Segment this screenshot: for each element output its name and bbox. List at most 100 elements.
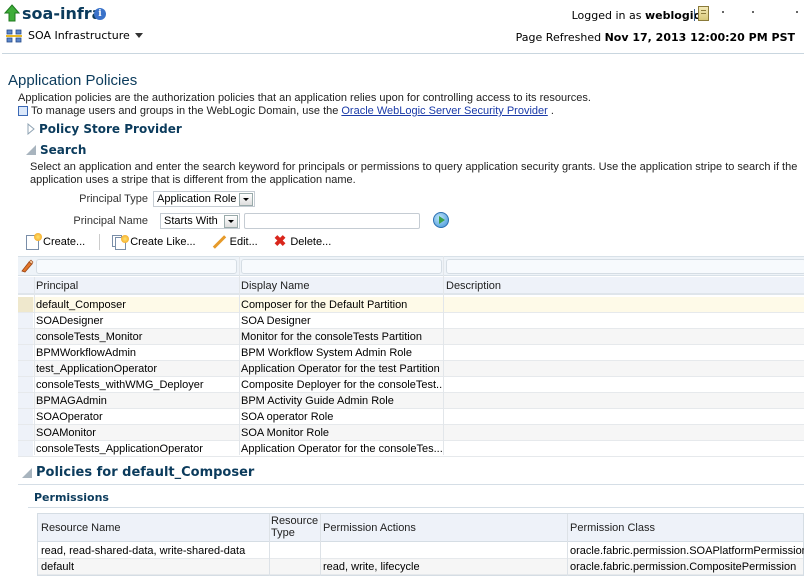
permission-actions-cell: read, write, lifecycle (323, 561, 420, 573)
target-menu[interactable]: SOA Infrastructure (28, 29, 143, 42)
column-header-principal[interactable]: Principal (36, 280, 78, 292)
policy-store-provider-toggle[interactable]: Policy Store Provider (27, 122, 182, 136)
principal-cell: default_Composer (36, 299, 126, 311)
table-row[interactable]: consoleTests_ApplicationOperator Applicat… (18, 441, 804, 457)
manage-users-note: To manage users and groups in the WebLog… (18, 105, 554, 117)
column-header-description[interactable]: Description (446, 280, 501, 292)
separator-dot (752, 11, 754, 13)
permission-row[interactable]: default read, write, lifecycle oracle.fabr… (38, 559, 803, 575)
row-header[interactable] (18, 297, 33, 312)
table-row[interactable]: BPMWorkflowAdmin BPM Workflow System Admi… (18, 345, 804, 361)
table-row[interactable]: test_ApplicationOperator Application Oper… (18, 361, 804, 377)
manage-users-text: To manage users and groups in the WebLog… (31, 105, 339, 117)
table-row[interactable]: default_Composer Composer for the Default… (18, 297, 804, 313)
permissions-header-row: Resource Name Resource Type Permission A… (38, 514, 803, 542)
policy-store-provider-label: Policy Store Provider (39, 122, 182, 136)
table-row[interactable]: consoleTests_withWMG_Deployer Composite D… (18, 377, 804, 393)
column-header-permission-class[interactable]: Permission Class (570, 522, 655, 534)
server-icon[interactable] (698, 6, 709, 21)
create-like-button[interactable]: Create Like... (112, 234, 196, 250)
soa-infrastructure-icon (6, 29, 22, 43)
principals-table: Principal Display Name Description defau… (18, 256, 804, 457)
table-row[interactable]: BPMAGAdmin BPM Activity Guide Admin Role (18, 393, 804, 409)
column-header-resource-type[interactable]: Resource Type (271, 515, 321, 539)
dropdown-arrow-icon (239, 192, 253, 206)
principal-name-operator-value: Starts With (164, 215, 218, 227)
search-section-toggle[interactable]: Search (26, 143, 86, 157)
policies-section-label: Policies for default_Composer (36, 465, 255, 480)
column-divider (34, 277, 35, 455)
row-header[interactable] (18, 329, 33, 344)
column-header-permission-actions[interactable]: Permission Actions (323, 522, 416, 534)
toolbar: Create... Create Like... Edit... ✖ Delet… (26, 232, 347, 250)
column-header-resource-name[interactable]: Resource Name (41, 522, 120, 534)
search-go-button[interactable] (433, 212, 449, 228)
column-divider (320, 514, 321, 576)
row-header[interactable] (18, 377, 33, 392)
resource-name-cell: default (41, 561, 75, 573)
filter-row (18, 256, 804, 276)
refreshed-time: Nov 17, 2013 12:00:20 PM PST (604, 31, 795, 44)
external-link-icon (18, 106, 28, 116)
logged-in-label: Logged in as (571, 9, 642, 22)
delete-button[interactable]: ✖ Delete... (274, 234, 332, 249)
permissions-table: Resource Name Resource Type Permission A… (37, 513, 804, 576)
principal-cell: SOAOperator (36, 411, 103, 423)
clear-filter-icon[interactable] (20, 259, 34, 273)
permission-row[interactable]: read, read-shared-data, write-shared-dat… (38, 543, 804, 559)
up-arrow-icon[interactable] (4, 4, 20, 22)
table-row[interactable]: SOADesigner SOA Designer (18, 313, 804, 329)
row-header[interactable] (18, 409, 33, 424)
create-button[interactable]: Create... (26, 232, 86, 250)
principal-type-value: Application Role (157, 193, 237, 205)
row-header[interactable] (18, 425, 33, 440)
row-header[interactable] (18, 361, 33, 376)
display-name-cell: BPM Workflow System Admin Role (241, 347, 412, 359)
row-header[interactable] (18, 441, 33, 456)
display-name-cell: SOA operator Role (241, 411, 334, 423)
toolbar-separator (99, 234, 101, 250)
dropdown-arrow-icon (224, 214, 238, 228)
column-divider (239, 256, 240, 455)
security-provider-link[interactable]: Oracle WebLogic Server Security Provider (341, 105, 547, 117)
filter-principal-input[interactable] (36, 259, 237, 274)
section-divider (28, 507, 804, 508)
row-header[interactable] (18, 345, 33, 360)
logged-in-user[interactable]: weblogic (645, 9, 700, 22)
column-header-display-name[interactable]: Display Name (241, 280, 309, 292)
column-divider (269, 514, 270, 576)
principal-type-label: Principal Type (79, 193, 148, 205)
search-description: Select an application and enter the sear… (30, 161, 798, 186)
permission-class-cell: oracle.fabric.permission.SOAPlatformPerm… (570, 545, 804, 557)
table-row[interactable]: consoleTests_Monitor Monitor for the cons… (18, 329, 804, 345)
column-divider (443, 256, 444, 455)
filter-display-name-input[interactable] (241, 259, 442, 274)
page-title: Application Policies (8, 72, 138, 89)
display-name-cell: SOA Monitor Role (241, 427, 330, 439)
refreshed-label: Page Refreshed (515, 31, 602, 44)
policies-section-toggle[interactable]: Policies for default_Composer (22, 465, 254, 480)
create-label: Create... (43, 236, 86, 248)
delete-label: Delete... (290, 236, 332, 248)
section-divider (18, 484, 804, 485)
row-header[interactable] (18, 313, 33, 328)
collapse-down-icon (22, 467, 32, 478)
edit-label: Edit... (229, 236, 258, 248)
filter-description-input[interactable] (446, 259, 804, 274)
principal-type-select[interactable]: Application Role (153, 191, 255, 207)
info-icon[interactable]: i (94, 8, 106, 20)
principal-cell: consoleTests_withWMG_Deployer (36, 379, 204, 391)
display-name-cell: Monitor for the consoleTests Partition (241, 331, 422, 343)
principal-name-input[interactable] (244, 213, 420, 229)
principal-cell: test_ApplicationOperator (36, 363, 158, 375)
punctuation: . (550, 105, 554, 117)
pencil-icon (212, 235, 226, 249)
edit-button[interactable]: Edit... (212, 235, 258, 249)
table-row[interactable]: SOAMonitor SOA Monitor Role (18, 425, 804, 441)
table-row[interactable]: SOAOperator SOA operator Role (18, 409, 804, 425)
row-header[interactable] (18, 393, 33, 408)
principal-cell: consoleTests_ApplicationOperator (36, 443, 203, 455)
chevron-down-icon (134, 33, 143, 38)
target-menu-label: SOA Infrastructure (28, 29, 130, 42)
principal-name-operator-select[interactable]: Starts With (160, 213, 240, 229)
